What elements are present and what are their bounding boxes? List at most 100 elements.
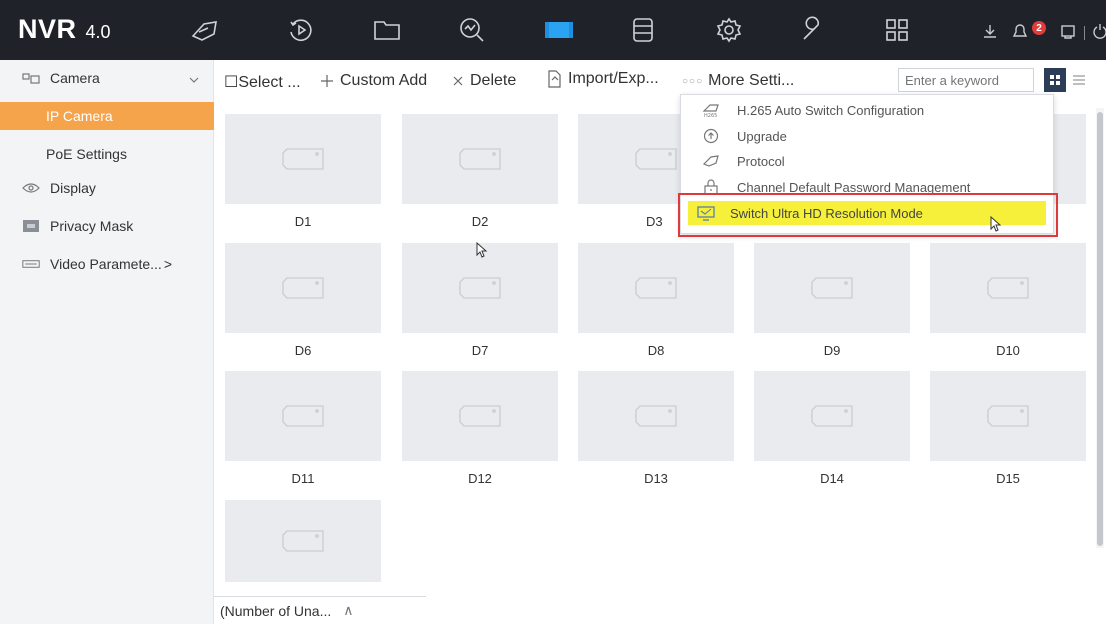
camera-config-icon[interactable]	[542, 14, 576, 46]
mouse-cursor-icon	[990, 216, 1002, 232]
playback-icon[interactable]	[284, 14, 318, 46]
camera-tile-d1[interactable]	[225, 114, 381, 204]
camera-placeholder-icon	[282, 530, 324, 552]
camera-label-d12: D12	[468, 471, 492, 486]
more-dots-icon: ○○○	[682, 75, 704, 87]
delete-label: Delete	[470, 72, 517, 89]
layout-icon[interactable]	[880, 14, 914, 46]
sidebar-item-label: Display	[50, 180, 96, 196]
menu-item-label: Protocol	[737, 153, 785, 169]
camera-tile-d14[interactable]	[754, 371, 910, 461]
camera-label-d15: D15	[996, 471, 1020, 486]
camera-label-d7: D7	[471, 343, 489, 358]
sidebar-item-label: Video Paramete...	[50, 256, 162, 272]
smart-analysis-icon[interactable]	[455, 14, 489, 46]
storage-icon[interactable]	[626, 14, 660, 46]
camera-label-d14: D14	[820, 471, 844, 486]
camera-placeholder-icon	[635, 405, 677, 427]
h265-icon: H265	[701, 102, 721, 118]
camera-placeholder-icon	[811, 405, 853, 427]
sidebar: Camera IP Camera PoE Settings Display Pr…	[0, 60, 214, 624]
camera-tile-d11[interactable]	[225, 371, 381, 461]
download-icon[interactable]	[980, 22, 1000, 40]
camera-tile-d12[interactable]	[402, 371, 558, 461]
tab-slant	[426, 597, 442, 624]
alarm-icon[interactable]	[1010, 22, 1030, 40]
more-settings-button[interactable]: ○○○ More Setti...	[682, 72, 794, 90]
camera-placeholder-icon	[987, 405, 1029, 427]
expand-up-icon: ∧	[343, 602, 354, 618]
camera-group-icon	[22, 71, 40, 85]
camera-tile-d10[interactable]	[930, 243, 1086, 333]
camera-placeholder-icon	[811, 277, 853, 299]
camera-placeholder-icon	[459, 277, 501, 299]
camera-tile-d16[interactable]	[225, 500, 381, 582]
eye-icon	[22, 181, 40, 195]
maintenance-icon[interactable]	[796, 14, 830, 46]
camera-label-d10: D10	[996, 343, 1020, 358]
camera-tile-d13[interactable]	[578, 371, 734, 461]
more-settings-label: More Setti...	[708, 72, 795, 89]
camera-label-d8: D8	[647, 343, 665, 358]
sidebar-item-label: Privacy Mask	[50, 218, 134, 234]
system-settings-icon[interactable]	[712, 14, 746, 46]
camera-label-d11: D11	[291, 471, 315, 486]
topbar-divider	[1084, 26, 1085, 40]
unadded-devices-label: (Number of Una...	[220, 602, 332, 619]
plus-icon	[321, 75, 333, 87]
sidebar-item-privacy-mask[interactable]: Privacy Mask	[0, 212, 214, 240]
camera-label-d9: D9	[823, 343, 841, 358]
sidebar-item-poe-settings[interactable]: PoE Settings	[0, 140, 214, 168]
menu-item-h265-auto-switch[interactable]: H265 H.265 Auto Switch Configuration	[681, 97, 1053, 123]
menu-item-label: Upgrade	[737, 128, 787, 144]
delete-button[interactable]: Delete	[452, 72, 516, 90]
power-icon[interactable]	[1090, 22, 1106, 40]
video-parameter-icon	[22, 257, 40, 271]
app-logo: NVR 4.0	[18, 14, 111, 45]
camera-tile-d6[interactable]	[225, 243, 381, 333]
privacy-mask-icon	[22, 219, 40, 233]
menu-item-upgrade[interactable]: Upgrade	[681, 123, 1053, 149]
select-button[interactable]: ☐Select ...	[224, 72, 301, 92]
sidebar-group-label: Camera	[50, 70, 100, 86]
camera-label-d1: D1	[294, 214, 312, 229]
camera-placeholder-icon	[459, 148, 501, 170]
sidebar-item-ip-camera[interactable]: IP Camera	[0, 102, 214, 130]
camera-placeholder-icon	[282, 405, 324, 427]
logo-version: 4.0	[85, 22, 111, 42]
chevron-down-icon	[188, 72, 200, 88]
lock-screen-icon[interactable]	[1058, 22, 1078, 40]
camera-tile-d8[interactable]	[578, 243, 734, 333]
menu-item-protocol[interactable]: Protocol	[681, 148, 1053, 174]
chevron-right-icon: >	[163, 256, 172, 272]
sidebar-item-display[interactable]: Display	[0, 174, 214, 202]
list-view-button[interactable]	[1068, 68, 1090, 92]
menu-item-label: H.265 Auto Switch Configuration	[737, 102, 925, 118]
import-export-button[interactable]: Import/Exp...	[546, 70, 659, 88]
sidebar-item-video-parameters[interactable]: Video Paramete... >	[0, 250, 214, 278]
unadded-devices-tab[interactable]: (Number of Una... ∧	[214, 596, 442, 624]
sidebar-group-camera[interactable]: Camera	[0, 64, 214, 92]
camera-tile-d15[interactable]	[930, 371, 1086, 461]
alarm-count-badge: 2	[1032, 21, 1046, 35]
camera-placeholder-icon	[987, 277, 1029, 299]
file-icon[interactable]	[370, 14, 404, 46]
search-input[interactable]	[898, 68, 1034, 92]
camera-tile-d9[interactable]	[754, 243, 910, 333]
camera-placeholder-icon	[635, 148, 677, 170]
import-export-icon	[548, 70, 561, 88]
list-view-icon	[1073, 75, 1085, 85]
camera-placeholder-icon	[282, 148, 324, 170]
close-icon	[453, 76, 463, 86]
live-view-icon[interactable]	[188, 14, 222, 46]
scrollbar-thumb[interactable]	[1097, 112, 1103, 546]
top-navigation-bar: NVR 4.0 2	[0, 0, 1106, 60]
camera-label-d13: D13	[644, 471, 668, 486]
grid-view-button[interactable]	[1044, 68, 1066, 92]
camera-placeholder-icon	[459, 405, 501, 427]
camera-label-d2: D2	[471, 214, 489, 229]
camera-placeholder-icon	[282, 277, 324, 299]
custom-add-button[interactable]: Custom Add	[320, 72, 427, 90]
camera-tile-d2[interactable]	[402, 114, 558, 204]
camera-placeholder-icon	[635, 277, 677, 299]
